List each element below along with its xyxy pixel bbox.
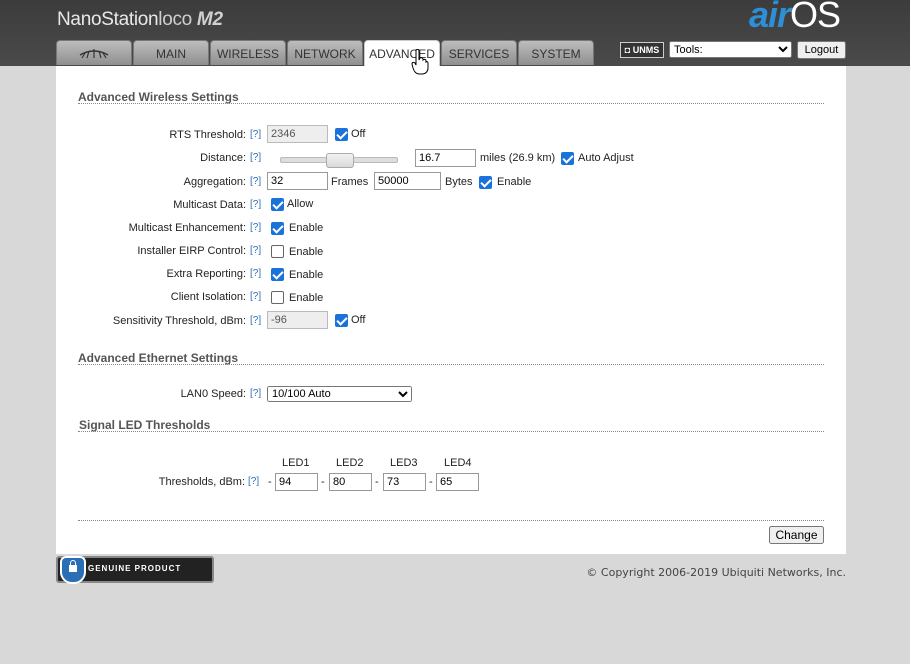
product-model: M2 <box>196 9 223 30</box>
rts-off-label: Off <box>351 128 366 140</box>
rts-threshold-label: RTS Threshold: <box>169 129 246 141</box>
multicast-enhancement-label: Multicast Enhancement: <box>128 222 246 234</box>
distance-slider-handle[interactable] <box>326 153 354 168</box>
airos-logo-air: air <box>749 0 791 35</box>
auto-adjust-checkbox[interactable] <box>561 152 574 165</box>
led2-threshold-input[interactable] <box>329 473 372 491</box>
unms-label: UNMS <box>632 45 660 55</box>
led2-header: LED2 <box>336 457 364 469</box>
rts-threshold-input[interactable] <box>267 125 328 143</box>
rts-help-link[interactable]: [?] <box>250 129 261 140</box>
distance-help-link[interactable]: [?] <box>250 152 261 163</box>
sensitivity-off-label: Off <box>351 314 366 326</box>
tab-services[interactable]: SERVICES <box>441 40 517 65</box>
genuine-product-text: GENUINE PRODUCT <box>88 564 182 573</box>
led4-threshold-input[interactable] <box>436 473 479 491</box>
multicast-enhancement-checkbox[interactable] <box>271 222 284 235</box>
distance-input[interactable] <box>415 149 476 167</box>
distance-unit: miles (26.9 km) <box>480 152 556 164</box>
aggregation-label: Aggregation: <box>183 176 246 188</box>
aggregation-enable-label: Enable <box>497 176 532 188</box>
bytes-label: Bytes <box>445 176 473 188</box>
client-isolation-enable-label: Enable <box>289 292 324 304</box>
tab-ubnt[interactable] <box>56 40 132 65</box>
led4-header: LED4 <box>444 457 472 469</box>
multicast-enhancement-help-link[interactable]: [?] <box>250 222 261 233</box>
airos-logo-os: OS <box>790 0 841 35</box>
extra-reporting-help-link[interactable]: [?] <box>250 268 261 279</box>
lock-icon <box>69 560 77 572</box>
auto-adjust-label: Auto Adjust <box>578 152 634 164</box>
lan0-speed-select[interactable]: 10/100 Auto <box>267 386 412 402</box>
aggregation-bytes-input[interactable] <box>374 172 441 190</box>
led3-threshold-input[interactable] <box>383 473 426 491</box>
airos-logo: airOS <box>749 0 841 36</box>
unms-badge[interactable]: ◘ UNMS <box>620 42 664 58</box>
section-title-wireless: Advanced Wireless Settings <box>78 90 239 104</box>
distance-label: Distance: <box>200 152 246 164</box>
section-title-led: Signal LED Thresholds <box>79 418 211 432</box>
tab-main[interactable]: MAIN <box>133 40 209 65</box>
installer-eirp-enable-label: Enable <box>289 246 324 258</box>
dash-separator: - <box>375 476 379 488</box>
client-isolation-help-link[interactable]: [?] <box>250 291 261 302</box>
ubiquiti-logo-icon <box>79 49 109 59</box>
aggregation-help-link[interactable]: [?] <box>250 176 261 187</box>
thresholds-help-link[interactable]: [?] <box>248 476 259 487</box>
logout-button[interactable]: Logout <box>797 41 846 59</box>
tab-network[interactable]: NETWORK <box>287 40 363 65</box>
dash-separator: - <box>321 476 325 488</box>
extra-reporting-enable-label: Enable <box>289 269 324 281</box>
frames-label: Frames <box>331 176 369 188</box>
sensitivity-help-link[interactable]: [?] <box>250 315 261 326</box>
lan0-speed-label: LAN0 Speed: <box>180 388 246 400</box>
form-footer-divider <box>78 520 824 521</box>
copyright-text: © Copyright 2006-2019 Ubiquiti Networks,… <box>586 566 846 579</box>
sensitivity-threshold-input[interactable] <box>267 311 328 329</box>
client-isolation-label: Client Isolation: <box>170 291 246 303</box>
extra-reporting-label: Extra Reporting: <box>166 268 246 280</box>
shield-lock-icon <box>60 556 86 584</box>
dash-separator: - <box>268 476 272 488</box>
multicast-data-allow-label: Allow <box>287 198 314 210</box>
installer-eirp-checkbox[interactable] <box>271 245 284 258</box>
change-button[interactable]: Change <box>769 526 824 544</box>
product-name-main: NanoStation <box>57 9 159 30</box>
installer-eirp-help-link[interactable]: [?] <box>250 245 261 256</box>
tab-wireless[interactable]: WIRELESS <box>210 40 286 65</box>
thresholds-label: Thresholds, dBm: <box>158 476 245 488</box>
hand-cursor-icon <box>411 49 429 75</box>
product-name: NanoStationloco M2 <box>57 9 223 31</box>
client-isolation-checkbox[interactable] <box>271 291 284 304</box>
led3-header: LED3 <box>390 457 418 469</box>
rts-off-checkbox[interactable] <box>335 128 348 141</box>
multicast-enhancement-enable-label: Enable <box>289 222 324 234</box>
multicast-data-checkbox[interactable] <box>271 198 284 211</box>
tab-system[interactable]: SYSTEM <box>518 40 594 65</box>
extra-reporting-checkbox[interactable] <box>271 268 284 281</box>
multicast-data-label: Multicast Data: <box>173 199 246 211</box>
section-divider <box>78 431 824 432</box>
multicast-data-help-link[interactable]: [?] <box>250 199 261 210</box>
section-title-ethernet: Advanced Ethernet Settings <box>78 351 239 365</box>
sensitivity-threshold-label: Sensitivity Threshold, dBm: <box>112 315 246 327</box>
led1-threshold-input[interactable] <box>275 473 318 491</box>
installer-eirp-label: Installer EIRP Control: <box>137 245 246 257</box>
aggregation-frames-input[interactable] <box>267 172 328 190</box>
tools-select[interactable]: Tools: <box>669 41 792 58</box>
sensitivity-off-checkbox[interactable] <box>335 314 348 327</box>
section-divider <box>78 103 824 104</box>
dash-separator: - <box>429 476 433 488</box>
genuine-product-badge: GENUINE PRODUCT <box>56 556 214 584</box>
lan0-speed-help-link[interactable]: [?] <box>250 388 261 399</box>
product-name-loco: loco <box>158 9 192 30</box>
section-divider <box>78 364 824 365</box>
aggregation-enable-checkbox[interactable] <box>479 176 492 189</box>
led1-header: LED1 <box>282 457 310 469</box>
